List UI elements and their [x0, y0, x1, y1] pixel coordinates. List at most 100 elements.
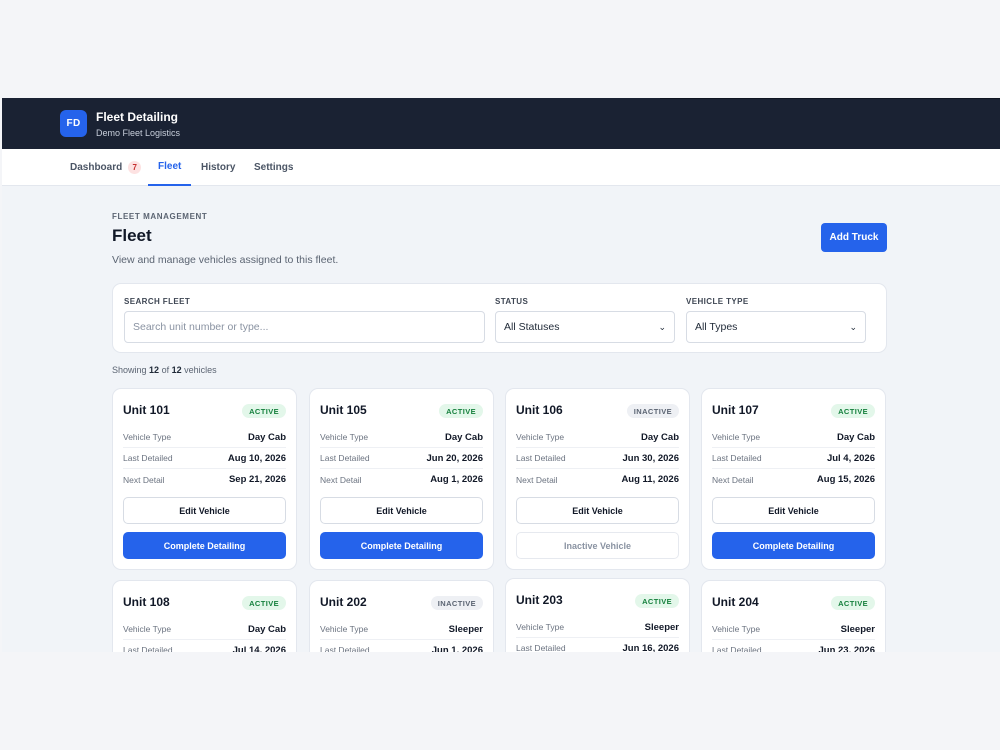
next-detail-row: Next Detail Aug 1, 2026	[320, 469, 483, 490]
page-title: Fleet	[112, 226, 152, 245]
complete-detailing-button[interactable]: Complete Detailing	[712, 532, 875, 559]
edit-vehicle-button[interactable]: Edit Vehicle	[516, 497, 679, 524]
vehicle-type-label: Vehicle Type	[516, 432, 565, 442]
status-badge: ACTIVE	[635, 594, 679, 608]
vehicle-card: Unit 101 ACTIVE Vehicle Type Day Cab Last De…	[112, 388, 297, 570]
tab-fleet[interactable]: Fleet	[148, 149, 192, 186]
last-detailed-value: Jun 20, 2026	[426, 452, 483, 464]
last-detailed-row: Last Detailed Jun 23, 2026	[712, 640, 875, 653]
vehicle-type-value: Day Cab	[247, 431, 286, 443]
vehicle-type-select[interactable]: All Types ⌄	[686, 311, 866, 343]
vehicle-type-label: Vehicle Type	[712, 624, 761, 634]
tab-settings-label: Settings	[254, 162, 294, 173]
last-detailed-label: Last Detailed	[320, 645, 370, 652]
vehicle-type-row: Vehicle Type Day Cab	[516, 427, 679, 448]
last-detailed-value: Jul 14, 2026	[232, 644, 286, 653]
vehicle-type-label: Vehicle Type	[712, 432, 761, 442]
results-count: Showing 12 of 12 vehicles	[112, 365, 217, 375]
vehicle-type-label: Vehicle Type	[123, 624, 172, 634]
status-badge: ACTIVE	[242, 404, 286, 418]
status-badge: ACTIVE	[831, 404, 875, 418]
next-detail-value: Aug 15, 2026	[816, 474, 875, 485]
status-select[interactable]: All Statuses ⌄	[495, 311, 675, 343]
last-detailed-value: Jun 23, 2026	[818, 644, 875, 653]
brand-logo[interactable]: FD	[60, 110, 87, 137]
last-detailed-label: Last Detailed	[712, 645, 762, 652]
notification-badge: 7	[128, 161, 142, 174]
last-detailed-label: Last Detailed	[516, 453, 566, 463]
vehicle-type-row: Vehicle Type Sleeper	[320, 619, 483, 640]
last-detailed-row: Last Detailed Jun 16, 2026	[516, 638, 679, 653]
search-input[interactable]: Search unit number or type...	[124, 311, 485, 343]
vehicle-type-row: Vehicle Type Day Cab	[123, 427, 286, 448]
brand-title: Fleet Detailing	[96, 110, 179, 124]
status-badge: INACTIVE	[430, 596, 483, 610]
vehicle-unit: Unit 203	[516, 593, 563, 607]
vehicle-type-value: Sleeper	[448, 623, 483, 635]
status-badge: ACTIVE	[242, 596, 286, 610]
next-detail-value: Aug 1, 2026	[430, 474, 483, 485]
vehicle-unit: Unit 204	[712, 595, 759, 609]
last-detailed-label: Last Detailed	[320, 453, 370, 463]
status-badge: ACTIVE	[831, 596, 875, 610]
chevron-down-icon: ⌄	[849, 321, 857, 332]
complete-detailing-button[interactable]: Complete Detailing	[320, 532, 483, 559]
last-detailed-row: Last Detailed Jul 4, 2026	[712, 448, 875, 469]
last-detailed-row: Last Detailed Jun 20, 2026	[320, 448, 483, 469]
next-detail-label: Next Detail	[320, 474, 362, 485]
edit-vehicle-button[interactable]: Edit Vehicle	[123, 497, 286, 524]
chevron-down-icon: ⌄	[658, 321, 666, 332]
next-detail-label: Next Detail	[516, 474, 558, 485]
results-prefix: Showing	[112, 365, 147, 375]
vehicle-card: Unit 108 ACTIVE Vehicle Type Day Cab Last De…	[112, 580, 297, 652]
vehicle-type-label: VEHICLE TYPE	[686, 297, 749, 306]
tab-dashboard[interactable]: Dashboard 7	[70, 149, 142, 186]
brand-subtitle: Demo Fleet Logistics	[96, 128, 181, 138]
page-description: View and manage vehicles assigned to thi…	[112, 254, 339, 266]
last-detailed-row: Last Detailed Jun 30, 2026	[516, 448, 679, 469]
vehicle-type-row: Vehicle Type Sleeper	[516, 617, 679, 638]
vehicle-type-select-value: All Types	[695, 321, 738, 333]
last-detailed-label: Last Detailed	[516, 643, 566, 652]
complete-detailing-button[interactable]: Complete Detailing	[123, 532, 286, 559]
vehicle-card: Unit 106 INACTIVE Vehicle Type Day Cab Last …	[505, 388, 690, 570]
next-detail-label: Next Detail	[123, 474, 165, 485]
vehicle-type-value: Day Cab	[836, 431, 875, 443]
edit-vehicle-button[interactable]: Edit Vehicle	[320, 497, 483, 524]
results-shown: 12	[149, 365, 160, 375]
tab-settings[interactable]: Settings	[254, 149, 293, 186]
edit-vehicle-button[interactable]: Edit Vehicle	[712, 497, 875, 524]
last-detailed-value: Jun 1, 2026	[431, 644, 483, 653]
vehicle-type-row: Vehicle Type Day Cab	[123, 619, 286, 640]
last-detailed-value: Jun 16, 2026	[622, 642, 679, 653]
vehicle-type-value: Day Cab	[640, 431, 679, 443]
vehicle-type-label: Vehicle Type	[123, 432, 172, 442]
last-detailed-value: Jun 30, 2026	[622, 452, 679, 464]
add-truck-button[interactable]: Add Truck	[821, 223, 887, 252]
vehicle-unit: Unit 106	[516, 403, 563, 417]
search-label: SEARCH FLEET	[124, 297, 191, 306]
last-detailed-label: Last Detailed	[123, 645, 173, 652]
section-eyebrow: FLEET MANAGEMENT	[112, 212, 208, 221]
next-detail-value: Aug 11, 2026	[621, 474, 679, 485]
vehicle-type-label: Vehicle Type	[320, 624, 369, 634]
next-detail-row: Next Detail Sep 21, 2026	[123, 469, 286, 490]
results-total: 12	[171, 365, 182, 375]
results-suffix: vehicles	[184, 365, 217, 375]
tab-history[interactable]: History	[201, 149, 235, 186]
status-badge: ACTIVE	[439, 404, 483, 418]
vehicle-type-label: Vehicle Type	[320, 432, 369, 442]
next-detail-label: Next Detail	[712, 474, 754, 485]
vehicle-unit: Unit 107	[712, 403, 759, 417]
vehicle-type-value: Sleeper	[840, 623, 875, 635]
next-detail-row: Next Detail Aug 11, 2026	[516, 469, 679, 490]
vehicle-card: Unit 204 ACTIVE Vehicle Type Sleeper Last De…	[701, 580, 886, 652]
vehicle-type-label: Vehicle Type	[516, 622, 565, 632]
inactive-vehicle-button: Inactive Vehicle	[516, 532, 679, 559]
status-badge: INACTIVE	[626, 404, 679, 418]
tab-dashboard-label: Dashboard	[70, 162, 123, 173]
vehicle-type-value: Day Cab	[247, 623, 286, 635]
vehicle-type-value: Day Cab	[444, 431, 483, 443]
search-placeholder: Search unit number or type...	[133, 321, 269, 333]
last-detailed-row: Last Detailed Jun 1, 2026	[320, 640, 483, 653]
